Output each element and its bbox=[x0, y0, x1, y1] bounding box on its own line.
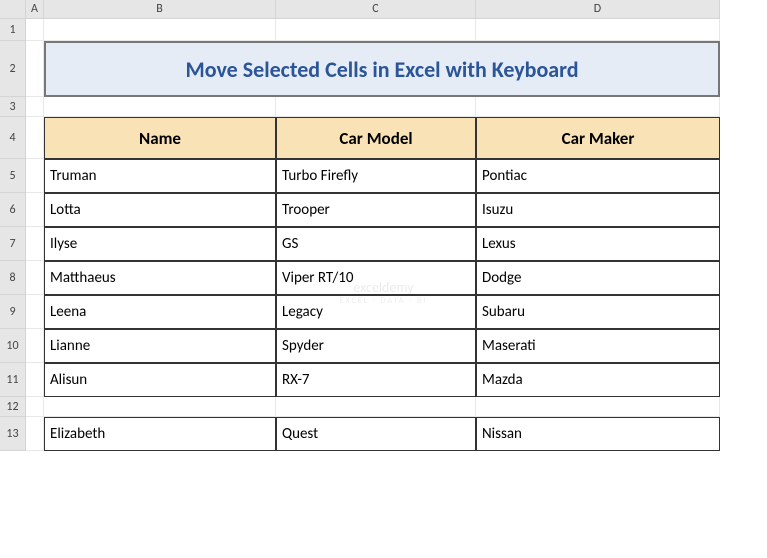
cell-c10[interactable]: Spyder bbox=[276, 329, 476, 363]
cell-a5[interactable] bbox=[26, 159, 44, 193]
cell-c12[interactable] bbox=[276, 397, 476, 417]
cell-a6[interactable] bbox=[26, 193, 44, 227]
cell-d11[interactable]: Mazda bbox=[476, 363, 720, 397]
cell-b12[interactable] bbox=[44, 397, 276, 417]
cell-a1[interactable] bbox=[26, 19, 44, 41]
cell-c5[interactable]: Turbo Firefly bbox=[276, 159, 476, 193]
cell-b5[interactable]: Truman bbox=[44, 159, 276, 193]
cell-a11[interactable] bbox=[26, 363, 44, 397]
cell-a12[interactable] bbox=[26, 397, 44, 417]
cell-d10[interactable]: Maserati bbox=[476, 329, 720, 363]
cell-a3[interactable] bbox=[26, 97, 44, 117]
row-header-10[interactable]: 10 bbox=[0, 329, 26, 363]
spreadsheet-grid[interactable]: A B C D 1 2 Move Selected Cells in Excel… bbox=[0, 0, 767, 451]
row-header-2[interactable]: 2 bbox=[0, 41, 26, 97]
cell-c8[interactable]: Viper RT/10 bbox=[276, 261, 476, 295]
row-header-4[interactable]: 4 bbox=[0, 117, 26, 159]
cell-b9[interactable]: Leena bbox=[44, 295, 276, 329]
col-header-b[interactable]: B bbox=[44, 0, 276, 19]
cell-d12[interactable] bbox=[476, 397, 720, 417]
cell-d9[interactable]: Subaru bbox=[476, 295, 720, 329]
cell-b1[interactable] bbox=[44, 19, 276, 41]
cell-b7[interactable]: Ilyse bbox=[44, 227, 276, 261]
header-carmodel[interactable]: Car Model bbox=[276, 117, 476, 159]
cell-d3[interactable] bbox=[476, 97, 720, 117]
cell-c13[interactable]: Quest bbox=[276, 417, 476, 451]
cell-b11[interactable]: Alisun bbox=[44, 363, 276, 397]
cell-c7[interactable]: GS bbox=[276, 227, 476, 261]
page-title[interactable]: Move Selected Cells in Excel with Keyboa… bbox=[44, 41, 720, 97]
cell-d8[interactable]: Dodge bbox=[476, 261, 720, 295]
col-header-a[interactable]: A bbox=[26, 0, 44, 19]
cell-a8[interactable] bbox=[26, 261, 44, 295]
cell-d5[interactable]: Pontiac bbox=[476, 159, 720, 193]
cell-c3[interactable] bbox=[276, 97, 476, 117]
row-header-11[interactable]: 11 bbox=[0, 363, 26, 397]
cell-d13[interactable]: Nissan bbox=[476, 417, 720, 451]
cell-c6[interactable]: Trooper bbox=[276, 193, 476, 227]
cell-d6[interactable]: Isuzu bbox=[476, 193, 720, 227]
cell-b8[interactable]: Matthaeus bbox=[44, 261, 276, 295]
row-header-6[interactable]: 6 bbox=[0, 193, 26, 227]
row-header-12[interactable]: 12 bbox=[0, 397, 26, 417]
cell-a7[interactable] bbox=[26, 227, 44, 261]
row-header-5[interactable]: 5 bbox=[0, 159, 26, 193]
cell-b13[interactable]: Elizabeth bbox=[44, 417, 276, 451]
row-header-8[interactable]: 8 bbox=[0, 261, 26, 295]
cell-d7[interactable]: Lexus bbox=[476, 227, 720, 261]
cell-a9[interactable] bbox=[26, 295, 44, 329]
row-header-3[interactable]: 3 bbox=[0, 97, 26, 117]
cell-c9[interactable]: Legacy bbox=[276, 295, 476, 329]
col-header-c[interactable]: C bbox=[276, 0, 476, 19]
cell-b3[interactable] bbox=[44, 97, 276, 117]
row-header-9[interactable]: 9 bbox=[0, 295, 26, 329]
cell-a13[interactable] bbox=[26, 417, 44, 451]
row-header-13[interactable]: 13 bbox=[0, 417, 26, 451]
cell-b10[interactable]: Lianne bbox=[44, 329, 276, 363]
header-carmaker[interactable]: Car Maker bbox=[476, 117, 720, 159]
cell-a10[interactable] bbox=[26, 329, 44, 363]
row-header-1[interactable]: 1 bbox=[0, 19, 26, 41]
cell-a2[interactable] bbox=[26, 41, 44, 97]
cell-b6[interactable]: Lotta bbox=[44, 193, 276, 227]
cell-c1[interactable] bbox=[276, 19, 476, 41]
row-header-7[interactable]: 7 bbox=[0, 227, 26, 261]
select-all-corner[interactable] bbox=[0, 0, 26, 19]
cell-a4[interactable] bbox=[26, 117, 44, 159]
col-header-d[interactable]: D bbox=[476, 0, 720, 19]
header-name[interactable]: Name bbox=[44, 117, 276, 159]
cell-c11[interactable]: RX-7 bbox=[276, 363, 476, 397]
cell-d1[interactable] bbox=[476, 19, 720, 41]
